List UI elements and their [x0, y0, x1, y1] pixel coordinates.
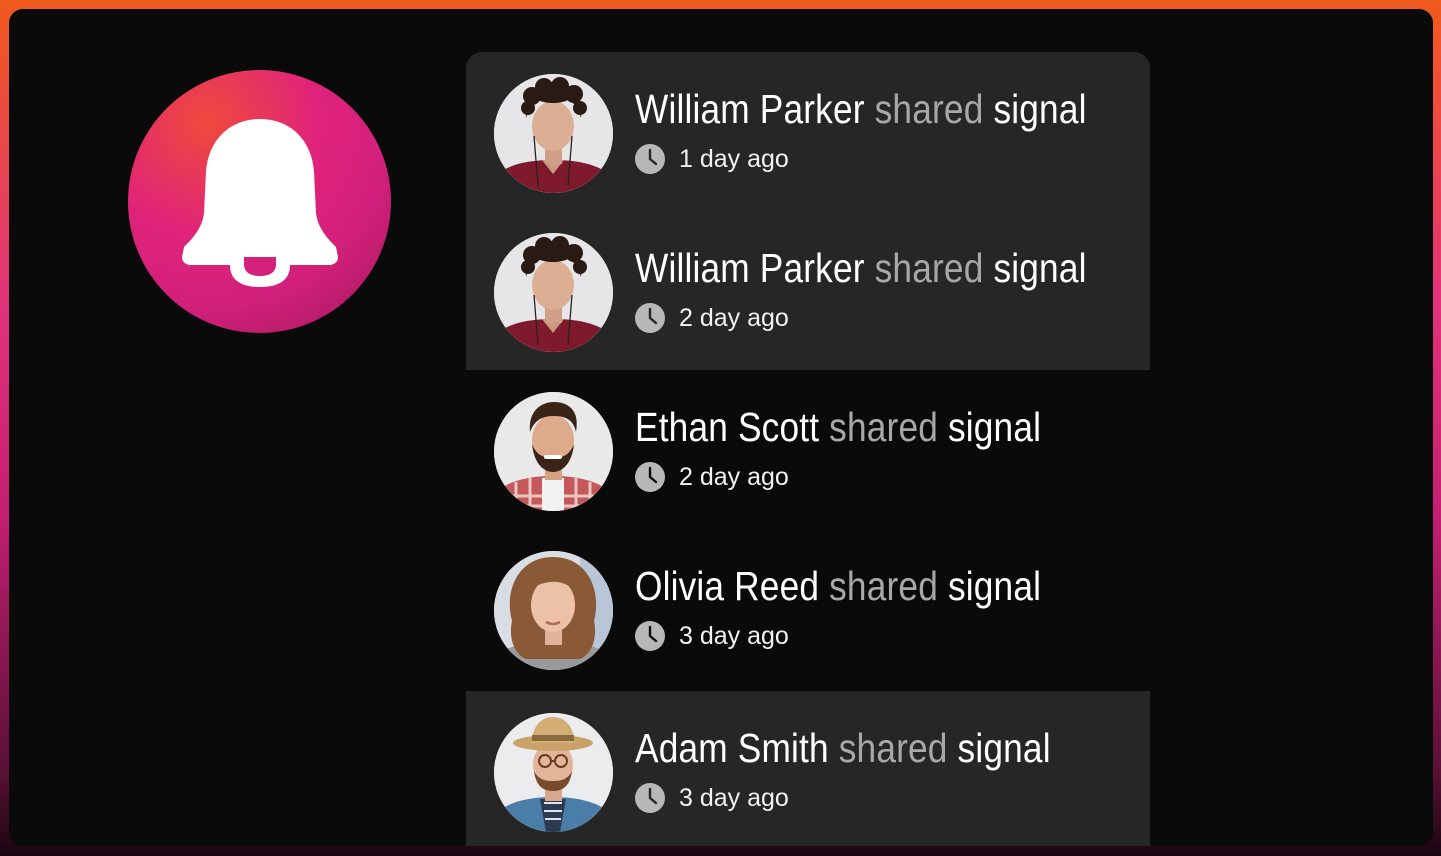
timestamp: 1 day ago: [679, 144, 789, 173]
user-name: William Parker: [635, 245, 865, 291]
hat-man-avatar: [494, 713, 613, 832]
notification-item[interactable]: Adam Smith shared signal 3 day ago: [466, 691, 1150, 846]
user-name: Ethan Scott: [635, 404, 820, 450]
timestamp: 3 day ago: [679, 621, 789, 650]
timestamp: 2 day ago: [679, 462, 789, 491]
clock-icon: [635, 144, 665, 174]
notification-meta: 2 day ago: [635, 462, 789, 492]
notification-headline: William Parker shared signal: [635, 245, 1087, 291]
notification-meta: 1 day ago: [635, 144, 789, 174]
user-name: Adam Smith: [635, 725, 829, 771]
notification-meta: 3 day ago: [635, 783, 789, 813]
curly-hair-man-avatar: [494, 74, 613, 193]
curly-hair-man-avatar: [494, 233, 613, 352]
bearded-man-avatar: [494, 392, 613, 511]
clock-icon: [635, 303, 665, 333]
action-verb: shared: [829, 563, 938, 609]
notification-meta: 2 day ago: [635, 303, 789, 333]
timestamp: 2 day ago: [679, 303, 789, 332]
notification-item[interactable]: Olivia Reed shared signal 3 day ago: [466, 529, 1150, 688]
action-object: signal: [993, 245, 1087, 291]
timestamp: 3 day ago: [679, 783, 789, 812]
clock-icon: [635, 462, 665, 492]
action-object: signal: [993, 86, 1087, 132]
bell-icon: [181, 117, 338, 287]
clock-icon: [635, 783, 665, 813]
notification-item[interactable]: Ethan Scott shared signal 2 day ago: [466, 370, 1150, 529]
notification-badge: [128, 70, 391, 333]
notification-headline: Adam Smith shared signal: [635, 725, 1051, 771]
notification-item[interactable]: William Parker shared signal 2 day ago: [466, 211, 1150, 370]
notification-headline: William Parker shared signal: [635, 86, 1087, 132]
action-object: signal: [957, 725, 1051, 771]
notification-headline: Ethan Scott shared signal: [635, 404, 1041, 450]
woman-avatar: [494, 551, 613, 670]
action-verb: shared: [829, 404, 939, 450]
action-verb: shared: [874, 245, 984, 291]
action-verb: shared: [838, 725, 948, 771]
action-object: signal: [947, 404, 1042, 450]
user-name: William Parker: [635, 86, 865, 132]
user-name: Olivia Reed: [635, 563, 820, 609]
notification-list: William Parker shared signal 1 day ago W…: [466, 52, 1150, 846]
notification-item[interactable]: William Parker shared signal 1 day ago: [466, 52, 1150, 211]
notification-panel: William Parker shared signal 1 day ago W…: [9, 9, 1433, 846]
notification-meta: 3 day ago: [635, 621, 789, 651]
notification-headline: Olivia Reed shared signal: [635, 563, 1041, 609]
action-verb: shared: [874, 86, 984, 132]
action-object: signal: [947, 563, 1042, 609]
clock-icon: [635, 621, 665, 651]
